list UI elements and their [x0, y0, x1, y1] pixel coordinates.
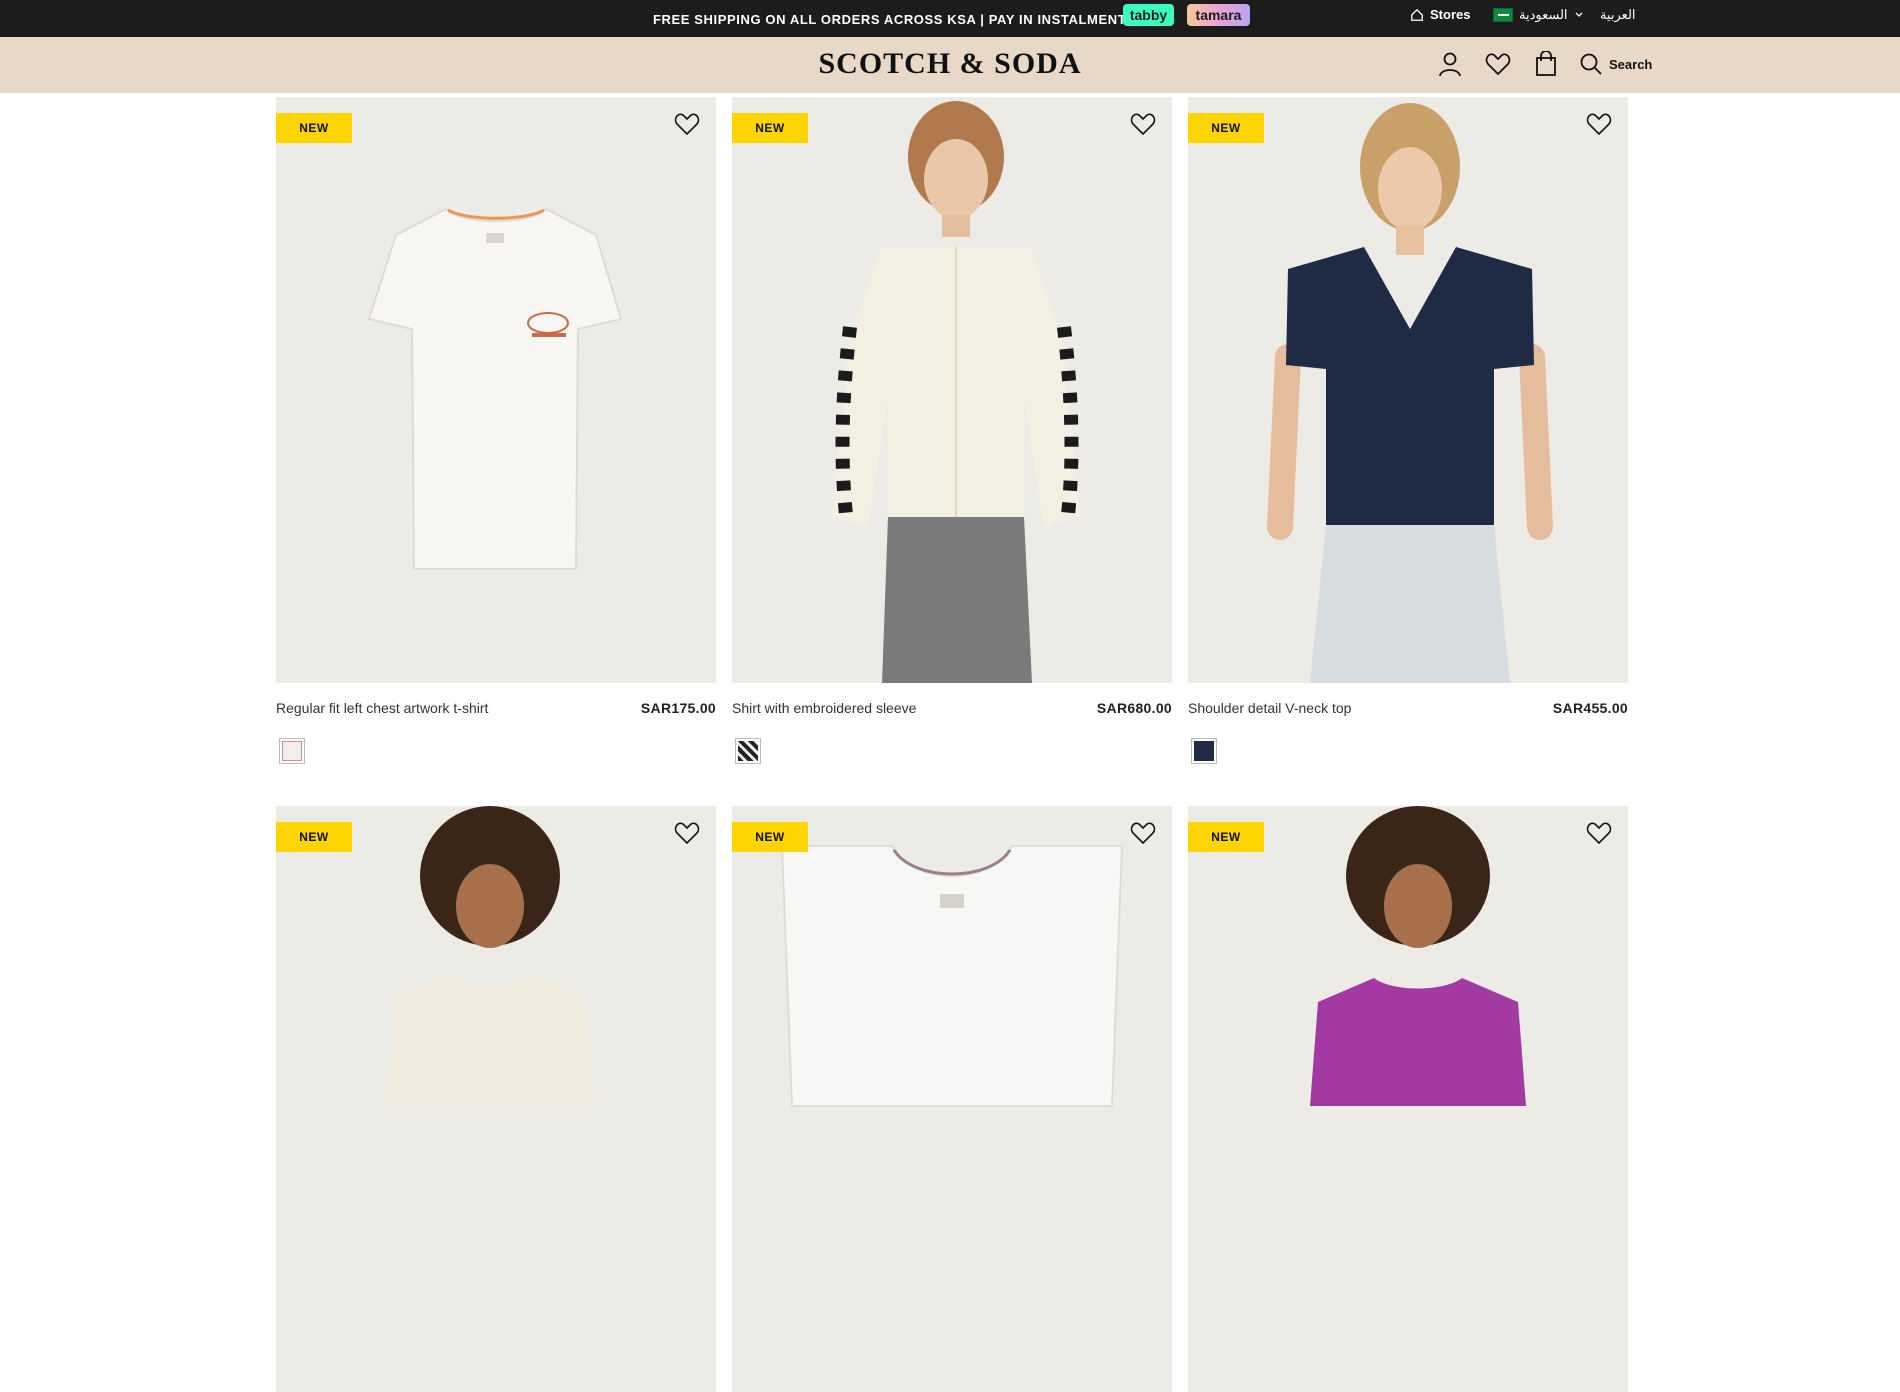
- header-actions: Search: [1435, 49, 1652, 79]
- store-icon: [1411, 8, 1423, 21]
- promo-bar: FREE SHIPPING ON ALL ORDERS ACROSS KSA |…: [0, 0, 1900, 37]
- new-badge: NEW: [276, 113, 352, 143]
- purple-top-image: [1310, 806, 1526, 1106]
- new-badge: NEW: [1188, 822, 1264, 852]
- product-image[interactable]: NEW: [1188, 97, 1628, 683]
- product-image[interactable]: NEW: [732, 806, 1172, 1392]
- stores-label: Stores: [1430, 7, 1471, 22]
- product-price: SAR680.00: [1096, 700, 1172, 716]
- search-icon: [1580, 53, 1602, 75]
- tshirt-image: [367, 207, 623, 570]
- product-image[interactable]: NEW: [732, 97, 1172, 683]
- wishlist-icon[interactable]: [1483, 49, 1513, 79]
- vneck-top-image: [1267, 103, 1553, 683]
- product-name[interactable]: Shoulder detail V-neck top: [1188, 700, 1351, 716]
- product-name[interactable]: Regular fit left chest artwork t-shirt: [276, 700, 488, 716]
- new-badge: NEW: [276, 822, 352, 852]
- account-icon[interactable]: [1435, 49, 1465, 79]
- wishlist-heart-icon[interactable]: [674, 111, 700, 137]
- new-badge: NEW: [732, 113, 808, 143]
- product-image[interactable]: NEW: [276, 97, 716, 683]
- saudi-flag-icon: [1493, 8, 1513, 22]
- chevron-down-icon: [1575, 12, 1583, 17]
- embroidered-shirt-image: [832, 101, 1080, 683]
- white-tank-image: [780, 845, 1124, 1107]
- site-header: SCOTCH & SODA Search: [0, 37, 1900, 93]
- wishlist-heart-icon[interactable]: [1586, 111, 1612, 137]
- product-image[interactable]: NEW: [276, 806, 716, 1392]
- wishlist-heart-icon[interactable]: [1130, 111, 1156, 137]
- color-swatch[interactable]: [735, 738, 761, 764]
- search-label: Search: [1609, 56, 1653, 72]
- country-selector[interactable]: السعودية: [1493, 7, 1584, 23]
- new-badge: NEW: [732, 822, 808, 852]
- wishlist-heart-icon[interactable]: [1130, 820, 1156, 846]
- search-button[interactable]: Search: [1579, 52, 1652, 76]
- country-label: السعودية: [1519, 7, 1568, 22]
- new-badge: NEW: [1188, 113, 1264, 143]
- language-switch[interactable]: العربية: [1600, 7, 1636, 23]
- tabby-badge: tabby: [1123, 4, 1174, 26]
- stores-link[interactable]: Stores: [1410, 7, 1470, 22]
- color-swatch[interactable]: [279, 738, 305, 764]
- wishlist-heart-icon[interactable]: [674, 820, 700, 846]
- wishlist-heart-icon[interactable]: [1586, 820, 1612, 846]
- product-price: SAR175.00: [640, 700, 716, 716]
- product-name[interactable]: Shirt with embroidered sleeve: [732, 700, 916, 716]
- product-image[interactable]: NEW: [1188, 806, 1628, 1392]
- promo-text: FREE SHIPPING ON ALL ORDERS ACROSS KSA |…: [653, 12, 1136, 27]
- bag-icon[interactable]: [1531, 49, 1561, 79]
- tamara-badge: tamara: [1187, 4, 1250, 26]
- product-price: SAR455.00: [1552, 700, 1628, 716]
- sleeveless-top-image: [386, 806, 594, 1106]
- color-swatch[interactable]: [1191, 738, 1217, 764]
